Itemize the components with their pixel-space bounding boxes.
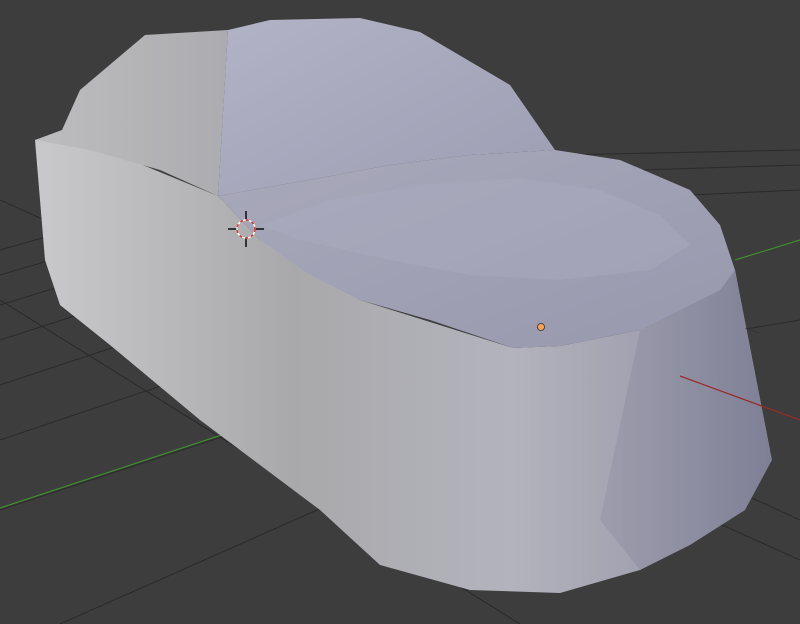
grid-overlay (744, 327, 761, 334)
y-axis-line (734, 239, 800, 261)
grid-line (739, 319, 800, 331)
viewport-scene[interactable] (0, 0, 800, 624)
car-mesh[interactable] (35, 18, 772, 593)
grid-line (639, 164, 800, 171)
grid-line (559, 149, 800, 156)
3d-viewport[interactable] (0, 0, 800, 624)
grid-line (689, 189, 800, 196)
object-origin-icon[interactable] (537, 323, 545, 331)
